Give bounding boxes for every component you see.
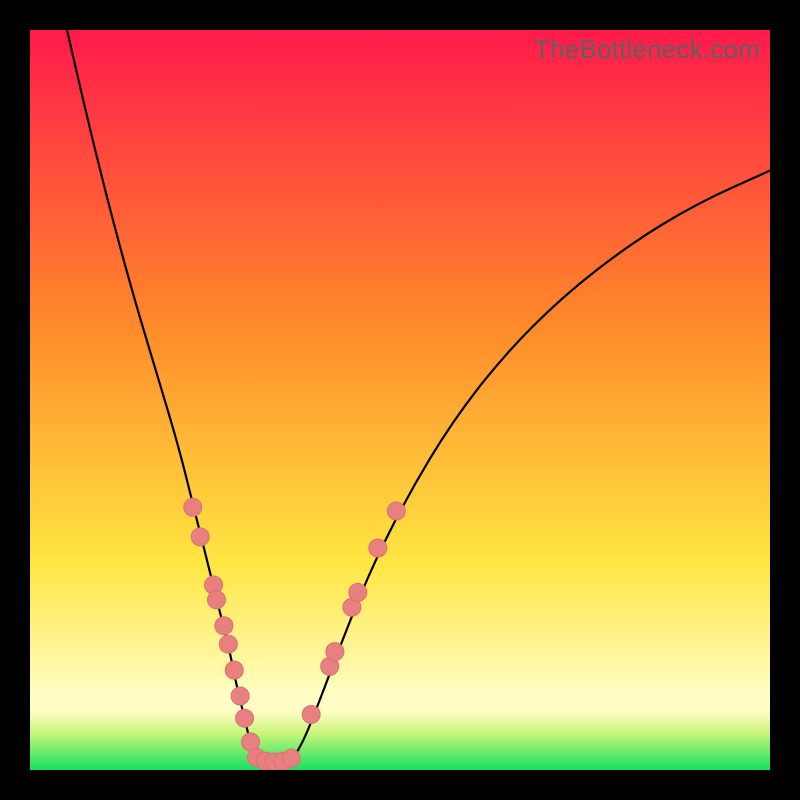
data-marker bbox=[191, 528, 209, 546]
plot-area: TheBottleneck.com bbox=[30, 30, 770, 770]
data-marker bbox=[282, 749, 300, 767]
data-marker bbox=[184, 498, 202, 516]
watermark-text: TheBottleneck.com bbox=[534, 34, 760, 65]
data-marker bbox=[215, 617, 233, 635]
data-marker bbox=[326, 643, 344, 661]
data-marker bbox=[349, 583, 367, 601]
data-marker bbox=[231, 687, 249, 705]
data-marker bbox=[225, 661, 243, 679]
bottleneck-curve bbox=[67, 30, 770, 763]
curve-layer bbox=[30, 30, 770, 770]
data-marker bbox=[236, 709, 254, 727]
data-marker bbox=[302, 706, 320, 724]
outer-frame: TheBottleneck.com bbox=[0, 0, 800, 800]
data-marker bbox=[207, 591, 225, 609]
data-marker bbox=[219, 635, 237, 653]
data-marker bbox=[369, 539, 387, 557]
data-marker bbox=[387, 502, 405, 520]
